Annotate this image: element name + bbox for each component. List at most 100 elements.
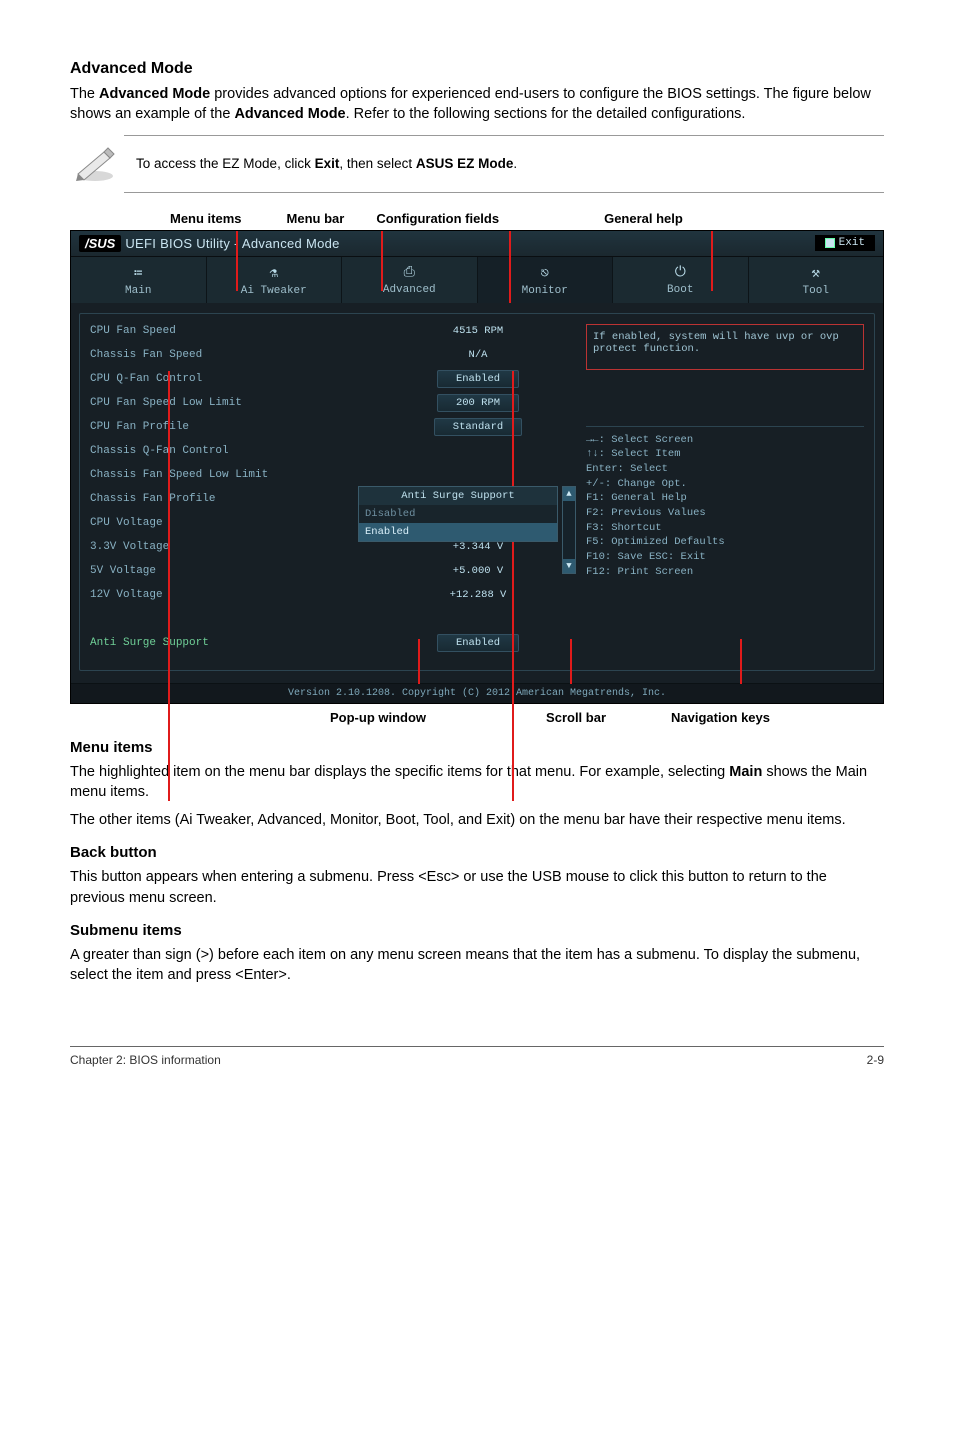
- note-bold: Exit: [315, 156, 340, 171]
- callout-menu-bar: Menu bar: [287, 211, 345, 226]
- callout-general-help: General help: [604, 211, 683, 226]
- value-3v3-voltage: +3.344 V: [438, 541, 518, 553]
- pencil-note-icon: [74, 146, 116, 182]
- tab-label: Monitor: [522, 285, 568, 297]
- callout-scrollbar: Scroll bar: [546, 710, 606, 725]
- value-5v-voltage: +5.000 V: [438, 565, 518, 577]
- nav-line: F12: Print Screen: [586, 565, 864, 580]
- row-12v-voltage[interactable]: 12V Voltage: [90, 588, 370, 602]
- monitor-icon: ⎋: [478, 265, 613, 282]
- txt-bold: Main: [729, 764, 762, 780]
- nav-line: F5: Optimized Defaults: [586, 535, 864, 550]
- callout-popup: Pop-up window: [330, 710, 426, 725]
- note-box: To access the EZ Mode, click Exit, then …: [124, 135, 884, 193]
- bottom-callout-labels: Pop-up window Scroll bar Navigation keys: [70, 710, 884, 725]
- para-submenu-items: A greater than sign (>) before each item…: [70, 945, 884, 986]
- txt: The highlighted item on the menu bar dis…: [70, 764, 729, 780]
- row-cpu-fan-profile[interactable]: CPU Fan Profile: [90, 420, 370, 434]
- tab-label: Main: [125, 285, 151, 297]
- footer-page-number: 2-9: [867, 1053, 884, 1067]
- footer-chapter: Chapter 2: BIOS information: [70, 1053, 221, 1067]
- tab-ai-tweaker[interactable]: ⚗ Ai Tweaker: [207, 257, 343, 303]
- power-icon: ⏻: [613, 265, 748, 281]
- row-chassis-fan-speed[interactable]: Chassis Fan Speed: [90, 348, 370, 362]
- bios-title: UEFI BIOS Utility - Advanced Mode: [125, 236, 339, 251]
- settings-labels-column: CPU Fan Speed Chassis Fan Speed CPU Q-Fa…: [90, 324, 370, 650]
- heading-menu-items: Menu items: [70, 739, 884, 756]
- asus-logo: /SUS: [79, 235, 121, 252]
- value-cpu-qfan-control[interactable]: Enabled: [437, 370, 519, 388]
- exit-icon: [825, 238, 835, 248]
- row-blank: [90, 612, 370, 626]
- navigation-keys-box: →←: Select Screen ↑↓: Select Item Enter:…: [586, 426, 864, 580]
- tab-label: Advanced: [383, 284, 436, 296]
- scroll-up-icon[interactable]: ▲: [563, 487, 575, 501]
- heading-submenu-items: Submenu items: [70, 922, 884, 939]
- callout-config-fields: Configuration fields: [376, 211, 499, 226]
- popup-option-disabled[interactable]: Disabled: [359, 505, 557, 523]
- exit-label: Exit: [839, 237, 865, 249]
- tweaker-icon: ⚗: [207, 265, 342, 282]
- txt-bold: Advanced Mode: [234, 106, 345, 122]
- para-menu-items-2: The other items (Ai Tweaker, Advanced, M…: [70, 810, 884, 830]
- bios-screenshot: /SUS UEFI BIOS Utility - Advanced Mode E…: [70, 230, 884, 704]
- top-callout-labels: Menu items Menu bar Configuration fields…: [70, 211, 884, 226]
- row-cpu-fan-low-limit[interactable]: CPU Fan Speed Low Limit: [90, 396, 370, 410]
- row-cpu-fan-speed[interactable]: CPU Fan Speed: [90, 324, 370, 338]
- value-anti-surge[interactable]: Enabled: [437, 634, 519, 652]
- tab-main[interactable]: ≔ Main: [71, 257, 207, 303]
- scroll-bar[interactable]: ▲ ▼: [562, 486, 576, 574]
- nav-line: F10: Save ESC: Exit: [586, 550, 864, 565]
- bios-version-footer: Version 2.10.1208. Copyright (C) 2012 Am…: [71, 683, 883, 703]
- note-text: .: [513, 156, 517, 171]
- tab-label: Tool: [803, 285, 829, 297]
- row-anti-surge[interactable]: Anti Surge Support: [90, 636, 370, 650]
- nav-line: Enter: Select: [586, 462, 864, 477]
- value-cpu-fan-low-limit[interactable]: 200 RPM: [437, 394, 519, 412]
- heading-advanced-mode: Advanced Mode: [70, 60, 884, 78]
- row-cpu-voltage[interactable]: CPU Voltage: [90, 516, 370, 530]
- scroll-down-icon[interactable]: ▼: [563, 559, 575, 573]
- row-chassis-qfan-control[interactable]: Chassis Q-Fan Control: [90, 444, 370, 458]
- heading-back-button: Back button: [70, 844, 884, 861]
- note-bold: ASUS EZ Mode: [416, 156, 514, 171]
- tab-advanced[interactable]: ⎙Advanced: [342, 257, 478, 303]
- txt-bold: Advanced Mode: [99, 86, 210, 102]
- popup-window: Anti Surge Support Disabled Enabled: [358, 486, 558, 542]
- nav-line: →←: Select Screen: [586, 433, 864, 448]
- help-nav-column: If enabled, system will have uvp or ovp …: [586, 324, 864, 650]
- bios-menu-bar: ≔ Main ⚗ Ai Tweaker ⎙Advanced ⎋ Monitor ⏻ Bo…: [71, 257, 883, 303]
- nav-line: +/-: Change Opt.: [586, 477, 864, 492]
- nav-line: F3: Shortcut: [586, 521, 864, 536]
- list-icon: ≔: [71, 265, 206, 282]
- row-3v3-voltage[interactable]: 3.3V Voltage: [90, 540, 370, 554]
- row-chassis-fan-profile[interactable]: Chassis Fan Profile: [90, 492, 370, 506]
- row-cpu-qfan-control[interactable]: CPU Q-Fan Control: [90, 372, 370, 386]
- popup-title: Anti Surge Support: [359, 487, 557, 505]
- callout-menu-items: Menu items: [170, 211, 242, 226]
- tool-icon: ⚒: [749, 265, 884, 282]
- txt: . Refer to the following sections for th…: [346, 106, 746, 122]
- callout-navkeys: Navigation keys: [671, 710, 770, 725]
- value-chassis-fan-speed: N/A: [438, 349, 518, 361]
- row-5v-voltage[interactable]: 5V Voltage: [90, 564, 370, 578]
- value-12v-voltage: +12.288 V: [438, 589, 518, 601]
- page-footer: Chapter 2: BIOS information 2-9: [70, 1046, 884, 1067]
- bios-title-bar: /SUS UEFI BIOS Utility - Advanced Mode E…: [71, 231, 883, 257]
- note-text: , then select: [339, 156, 416, 171]
- tab-boot[interactable]: ⏻ Boot: [613, 257, 749, 303]
- txt: The: [70, 86, 99, 102]
- note-text: To access the EZ Mode, click: [136, 156, 315, 171]
- general-help-box: If enabled, system will have uvp or ovp …: [586, 324, 864, 370]
- tab-tool[interactable]: ⚒ Tool: [749, 257, 884, 303]
- tab-label: Boot: [667, 284, 693, 296]
- para-advanced-mode: The Advanced Mode provides advanced opti…: [70, 84, 884, 125]
- value-cpu-fan-profile[interactable]: Standard: [434, 418, 522, 436]
- nav-line: F1: General Help: [586, 491, 864, 506]
- tab-monitor[interactable]: ⎋ Monitor: [478, 257, 614, 303]
- tab-label: Ai Tweaker: [241, 285, 307, 297]
- row-chassis-fan-low-limit[interactable]: Chassis Fan Speed Low Limit: [90, 468, 370, 482]
- popup-option-enabled[interactable]: Enabled: [359, 523, 557, 541]
- exit-button[interactable]: Exit: [815, 235, 875, 251]
- para-menu-items-1: The highlighted item on the menu bar dis…: [70, 762, 884, 803]
